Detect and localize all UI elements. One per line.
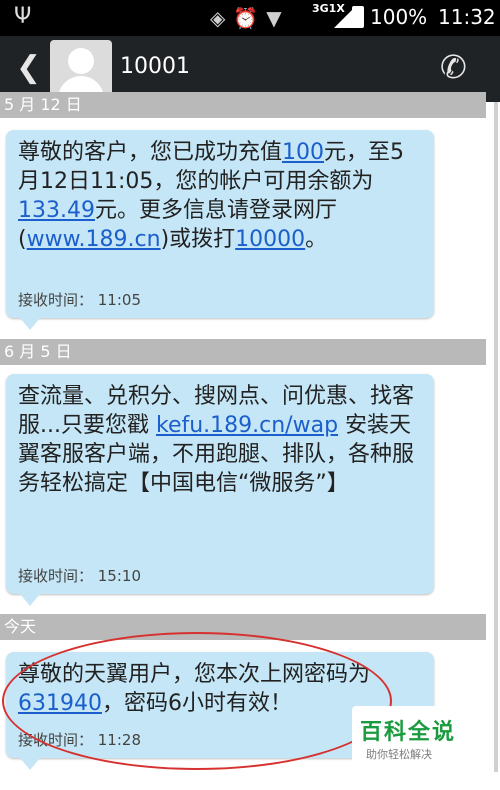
received-time: 接收时间： 11:28 [18, 731, 141, 749]
website-link[interactable]: www.189.cn [27, 227, 161, 252]
message-text: 查流量、兑积分、搜网点、问优惠、找客服...只要您戳 kefu.189.cn/w… [18, 384, 415, 496]
watermark-logo: 百科全说 助你轻松解决 [352, 706, 460, 768]
password-link[interactable]: 631940 [18, 691, 102, 716]
back-icon[interactable]: ❮ [16, 50, 41, 85]
received-time: 接收时间： 15:10 [18, 567, 141, 585]
received-time: 接收时间： 11:05 [18, 291, 141, 309]
date-separator: 5 月 12 日 [0, 92, 486, 118]
phone-call-icon[interactable]: ✆ [440, 48, 467, 86]
date-separator: 6 月 5 日 [0, 339, 486, 365]
usb-icon: Ψ [14, 4, 32, 29]
balance-link[interactable]: 133.49 [18, 198, 95, 223]
date-separator: 今天 [0, 614, 486, 640]
scrollbar[interactable] [494, 102, 498, 772]
phone-link[interactable]: 10000 [235, 227, 305, 252]
avatar[interactable] [50, 40, 112, 98]
clock: 11:32 [438, 5, 496, 29]
bubble-tail [20, 758, 40, 770]
message-text: 尊敬的客户，您已成功充值100元，至5月12日11:05，您的帐户可用余额为13… [18, 140, 405, 252]
status-icons: ◈⏰▼ [210, 6, 290, 30]
bubble-tail [20, 594, 40, 606]
battery-icon [352, 6, 364, 28]
watermark-subtitle: 助你轻松解决 [366, 748, 432, 761]
contact-number: 10001 [120, 54, 190, 79]
watermark-title: 百科全说 [360, 720, 457, 745]
avatar-head [68, 48, 94, 74]
message-bubble[interactable]: 查流量、兑积分、搜网点、问优惠、找客服...只要您戳 kefu.189.cn/w… [6, 374, 434, 606]
status-bar: Ψ ◈⏰▼ 3G1X 100% 11:32 [0, 0, 500, 36]
signal-icon [334, 8, 354, 28]
amount-link[interactable]: 100 [282, 140, 324, 165]
message-bubble[interactable]: 尊敬的客户，您已成功充值100元，至5月12日11:05，您的帐户可用余额为13… [6, 130, 434, 330]
bubble-tail [20, 318, 40, 330]
battery-percent: 100% [370, 5, 428, 29]
kefu-link[interactable]: kefu.189.cn/wap [156, 413, 338, 438]
